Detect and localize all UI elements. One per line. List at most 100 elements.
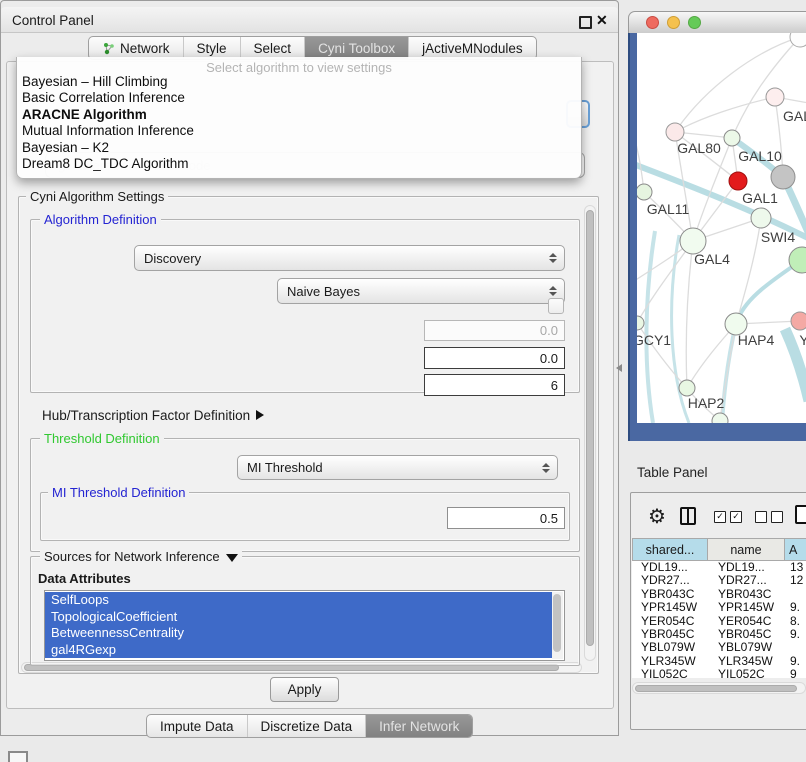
scrollbar-thumb[interactable] bbox=[586, 210, 594, 646]
column-header-name[interactable]: name bbox=[708, 538, 785, 561]
manual-kernel-checkbox[interactable] bbox=[548, 298, 564, 314]
network-edge[interactable] bbox=[637, 133, 644, 192]
attribute-list-item[interactable]: gal4RGexp bbox=[45, 642, 553, 659]
algorithm-definition-title: Algorithm Definition bbox=[40, 212, 161, 227]
dropdown-item[interactable]: Bayesian – Hill Climbing bbox=[20, 74, 578, 90]
minimize-traffic-light[interactable] bbox=[667, 16, 680, 29]
table-row[interactable]: YDR27...YDR27...12 bbox=[632, 574, 806, 587]
table-cell: 9 bbox=[785, 668, 797, 678]
tab-cyni-toolbox[interactable]: Cyni Toolbox bbox=[304, 37, 408, 59]
stepper-icon bbox=[548, 286, 557, 296]
network-view-canvas[interactable]: GALGAL80GAL10GAL1GAL11SWI4GAL4GCY1HAP4YH… bbox=[637, 33, 806, 423]
close-traffic-light[interactable] bbox=[646, 16, 659, 29]
tab-infer-network[interactable]: Infer Network bbox=[365, 715, 472, 737]
scrollbar-thumb[interactable] bbox=[635, 685, 797, 692]
scrollbar-thumb[interactable] bbox=[553, 594, 561, 652]
tab-network[interactable]: Network bbox=[89, 37, 183, 59]
which-threshold-combo[interactable]: MI Threshold bbox=[237, 455, 558, 480]
mi-algorithm-type-combo[interactable]: Naive Bayes bbox=[277, 278, 565, 304]
table-cell bbox=[785, 588, 790, 601]
sources-group-title[interactable]: Sources for Network Inference bbox=[40, 549, 242, 564]
node-label: HAP4 bbox=[738, 332, 775, 348]
table-row[interactable]: YDL19...YDL19...13 bbox=[632, 561, 806, 574]
close-icon[interactable]: ✕ bbox=[596, 12, 608, 29]
unchecked-box-icon bbox=[755, 511, 767, 523]
network-node-gcy1[interactable] bbox=[637, 316, 644, 330]
table-header-row: shared... name A bbox=[632, 538, 806, 561]
dropdown-item[interactable]: ARACNE Algorithm bbox=[20, 107, 578, 123]
select-all-checkboxes-icon[interactable]: ✓✓ bbox=[714, 511, 742, 523]
network-node[interactable] bbox=[712, 413, 728, 423]
network-icon bbox=[102, 42, 115, 55]
tab-style[interactable]: Style bbox=[183, 37, 240, 59]
table-cell: YBR045C bbox=[708, 628, 785, 641]
hub-definition-expander[interactable]: Hub/Transcription Factor Definition bbox=[42, 408, 264, 423]
network-edge[interactable] bbox=[736, 260, 802, 324]
network-node-y[interactable] bbox=[791, 312, 806, 330]
table-horizontal-scrollbar[interactable] bbox=[632, 682, 806, 694]
network-edge[interactable] bbox=[675, 97, 775, 132]
settings-vertical-scrollbar[interactable] bbox=[584, 205, 596, 661]
node-label: GCY1 bbox=[637, 332, 671, 348]
dropdown-item[interactable]: Bayesian – K2 bbox=[20, 140, 578, 156]
dropdown-item[interactable]: Basic Correlation Inference bbox=[20, 90, 578, 106]
attribute-list-item[interactable]: SelfLoops bbox=[45, 592, 553, 609]
tab-discretize-data[interactable]: Discretize Data bbox=[247, 715, 366, 737]
column-header-shared-name[interactable]: shared... bbox=[632, 538, 708, 561]
zoom-traffic-light[interactable] bbox=[688, 16, 701, 29]
attributes-scrollbar[interactable] bbox=[552, 592, 563, 659]
network-node[interactable] bbox=[729, 172, 747, 190]
collapsed-panel-icon[interactable] bbox=[8, 751, 28, 762]
tab-label: Discretize Data bbox=[261, 719, 353, 734]
table-row[interactable]: YLR345WYLR345W9. bbox=[632, 655, 806, 668]
table-row[interactable]: YBR045CYBR045C9. bbox=[632, 628, 806, 641]
dropdown-hint: Select algorithm to view settings bbox=[17, 60, 581, 75]
kernel-width-field[interactable]: 0.0 bbox=[424, 320, 565, 341]
network-node-gal[interactable] bbox=[766, 88, 784, 106]
dropdown-item[interactable]: Dream8 DC_TDC Algorithm bbox=[20, 156, 578, 172]
network-edge[interactable] bbox=[686, 241, 693, 388]
restore-icon[interactable] bbox=[579, 16, 592, 29]
split-columns-icon[interactable] bbox=[680, 507, 696, 525]
tab-jactivemnodules[interactable]: jActiveMNodules bbox=[408, 37, 536, 59]
table-cell: YDL19... bbox=[632, 561, 708, 574]
node-label: GAL1 bbox=[742, 190, 778, 206]
network-edge[interactable] bbox=[646, 231, 655, 423]
network-node-gal11[interactable] bbox=[637, 184, 652, 200]
table-cell: YLR345W bbox=[632, 655, 708, 668]
threshold-definition-title: Threshold Definition bbox=[40, 431, 164, 446]
deselect-all-checkboxes-icon[interactable] bbox=[755, 511, 783, 523]
node-label: GAL11 bbox=[647, 201, 690, 217]
tab-impute-data[interactable]: Impute Data bbox=[147, 715, 247, 737]
attribute-list-item[interactable]: BetweennessCentrality bbox=[45, 625, 553, 642]
apply-button[interactable]: Apply bbox=[270, 677, 339, 702]
table-row[interactable]: YER054CYER054C8. bbox=[632, 615, 806, 628]
network-node[interactable] bbox=[771, 165, 795, 189]
panel-splitter-handle[interactable] bbox=[616, 364, 622, 372]
table-row[interactable]: YBL079WYBL079W bbox=[632, 641, 806, 654]
table-row[interactable]: YPR145WYPR145W9. bbox=[632, 601, 806, 614]
network-node-hap2[interactable] bbox=[679, 380, 695, 396]
node-label: GAL bbox=[783, 108, 806, 124]
network-node-gal80[interactable] bbox=[666, 123, 684, 141]
network-edge[interactable] bbox=[675, 37, 800, 132]
table-row[interactable]: YIL052CYIL052C9 bbox=[632, 668, 806, 678]
dropdown-item[interactable]: Mutual Information Inference bbox=[20, 123, 578, 139]
tab-select[interactable]: Select bbox=[240, 37, 305, 59]
sources-title-label: Sources for Network Inference bbox=[44, 549, 220, 564]
dpi-tolerance-field[interactable]: 0.0 bbox=[424, 347, 565, 369]
table-cell: YDR27... bbox=[632, 574, 708, 587]
combo-value: Naive Bayes bbox=[287, 284, 548, 299]
mi-threshold-field[interactable]: 0.5 bbox=[447, 507, 565, 529]
gear-icon[interactable]: ⚙ bbox=[648, 504, 666, 529]
mi-steps-field[interactable]: 6 bbox=[424, 374, 565, 396]
network-node-gal10[interactable] bbox=[724, 130, 740, 146]
table-row[interactable]: YBR043CYBR043C bbox=[632, 588, 806, 601]
tab-label: Impute Data bbox=[160, 719, 234, 734]
aracne-mode-combo[interactable]: Discovery bbox=[134, 245, 565, 271]
network-edge[interactable] bbox=[736, 218, 761, 324]
column-header-third[interactable]: A bbox=[785, 538, 806, 561]
attribute-list-item[interactable]: TopologicalCoefficient bbox=[45, 609, 553, 626]
document-icon[interactable] bbox=[795, 505, 806, 524]
network-node-gal1[interactable] bbox=[751, 208, 771, 228]
